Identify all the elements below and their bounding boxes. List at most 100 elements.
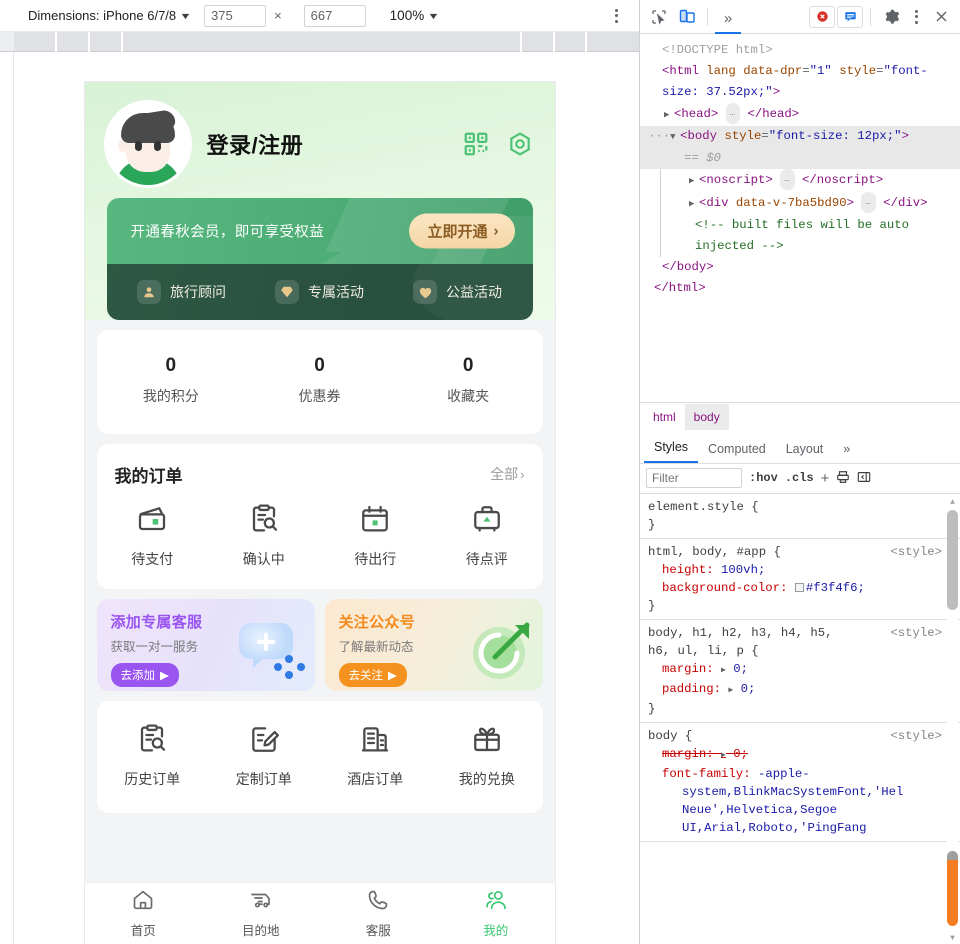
toolbar-divider [870,7,871,26]
declaration[interactable]: background-color: #f3f4f6; [648,579,940,597]
member-banner[interactable]: 开通春秋会员，即可享受权益 立即开通 › [106,198,533,264]
login-register-link[interactable]: 登录/注册 [207,128,304,160]
tab-profile[interactable]: 我的 [437,883,555,944]
styles-scrollbar-thumb[interactable] [947,509,958,610]
stat-coupons[interactable]: 0 优惠券 [245,355,394,406]
print-media-icon[interactable] [836,470,850,487]
promo-action-button[interactable]: 去添加 ▶ [110,662,179,687]
order-status-pending-review[interactable]: 待点评 [431,503,543,569]
benefit-item[interactable]: 旅行顾问 [137,280,226,304]
new-style-rule-button[interactable]: + [821,470,830,487]
device-width-input[interactable] [204,4,267,27]
scrollbar-down-arrow-icon[interactable]: ▼ [946,930,959,944]
advisor-icon [137,280,161,304]
chevron-right-icon: › [520,466,525,482]
dom-line-noscript[interactable]: ▶ <noscript> … </noscript> [660,169,960,192]
breadcrumb-body[interactable]: body [684,404,729,430]
style-rule-reset[interactable]: body, h1, h2, h3, h4, h5, h6, ul, li, p {… [640,620,960,723]
styles-filter-bar: :hov .cls + [640,464,960,494]
toggle-device-toolbar-icon[interactable] [674,4,700,30]
dom-line-selected-marker: == $0 [640,148,960,169]
tool-custom-orders[interactable]: 定制订单 [208,723,320,789]
clipboard-search-icon [248,503,280,538]
promo-button-label: 去添加 [120,669,156,682]
stat-points[interactable]: 0 我的积分 [97,355,246,406]
toggle-sidebar-icon[interactable] [857,470,871,487]
header-actions [463,131,533,157]
declaration[interactable]: margin: ▶ 0; [648,660,940,680]
hexagon-settings-icon[interactable] [507,131,533,157]
declaration[interactable]: height: 100vh; [648,561,940,579]
device-height-input[interactable] [303,4,366,27]
style-rule-element-style[interactable]: element.style { } [640,494,960,539]
stat-favorites[interactable]: 0 收藏夹 [394,355,543,406]
order-status-upcoming-trip[interactable]: 待出行 [320,503,432,569]
target-arrow-icon [465,615,537,687]
orders-view-all-link[interactable]: 全部 › [490,464,524,484]
promo-card-customer-service[interactable]: 添加专属客服 获取一对一服务 去添加 ▶ [96,598,315,691]
orders-view-all-label: 全部 [490,466,519,483]
console-message-icon[interactable] [837,5,863,28]
rule-selector: body { [648,728,693,743]
scrollbar-up-arrow-icon[interactable]: ▲ [946,494,959,508]
declaration[interactable]: font-family: -apple- [648,765,940,783]
sidebar-tabs: Styles Computed Layout » [640,431,960,464]
device-dimensions-caret-icon[interactable]: ▼ [179,11,191,21]
devtools-panel: » <!DOCTYPE html> <html lang data-dpr="1… [640,0,960,944]
style-rule-body[interactable]: body { <style> margin: ▶ 0; font-family:… [640,723,960,842]
tab-styles[interactable]: Styles [644,434,699,463]
style-rule-app[interactable]: html, body, #app { <style> height: 100vh… [640,539,960,620]
styles-scrollbar-thumb-highlighted[interactable] [947,851,958,926]
activate-membership-button[interactable]: 立即开通 › [409,213,515,249]
dom-line-div[interactable]: ▶ <div data-v-7ba5bd90> … </div> [660,192,960,215]
order-status-pending-payment[interactable]: 待支付 [97,503,209,569]
rule-source-link[interactable]: <style> [890,624,942,642]
rule-source-link[interactable]: <style> [890,727,942,745]
declaration[interactable]: padding: ▶ 0; [648,680,940,700]
dimension-multiply-sign: × [274,8,282,23]
order-status-confirming[interactable]: 确认中 [208,503,320,569]
tool-my-redemptions[interactable]: 我的兑换 [431,723,543,789]
inspect-element-icon[interactable] [646,4,672,30]
declaration[interactable]: margin: ▶ 0; [648,745,940,765]
breadcrumb-html[interactable]: html [644,404,685,430]
tab-more-icon[interactable]: » [833,436,860,463]
tool-label: 历史订单 [124,770,181,787]
kebab-menu-icon[interactable] [906,4,926,30]
tab-computed[interactable]: Computed [698,436,776,463]
stat-value: 0 [462,355,474,376]
styles-filter-input[interactable] [646,468,742,488]
dom-line-html-open[interactable]: <html lang data-dpr="1" style="font-size… [640,61,960,103]
force-state-button[interactable]: :hov [749,471,778,485]
tool-hotel-orders[interactable]: 酒店订单 [320,723,432,789]
color-swatch[interactable] [794,582,804,592]
device-dimensions-label[interactable]: Dimensions: iPhone 6/7/8 [28,8,176,23]
close-icon[interactable] [928,4,954,30]
qr-code-icon[interactable] [463,131,489,157]
device-toolbar-kebab-icon[interactable] [605,4,627,28]
device-zoom-caret-icon[interactable]: ▼ [427,11,439,21]
dom-line-body-open[interactable]: ···▼ <body style="font-size: 12px;"> [640,126,960,148]
more-panels-icon[interactable]: » [715,4,741,34]
tab-customer-service[interactable]: 客服 [320,883,438,944]
tab-home[interactable]: 首页 [85,883,203,944]
promo-card-follow-account[interactable]: 关注公众号 了解最新动态 去关注 ▶ [324,598,543,691]
element-classes-button[interactable]: .cls [785,471,814,485]
promo-row: 添加专属客服 获取一对一服务 去添加 ▶ 关注公众号 了解最新动态 去关注 ▶ [96,598,543,691]
ruler-tick [553,32,555,52]
avatar[interactable] [106,103,189,185]
tab-layout[interactable]: Layout [776,436,834,463]
activate-membership-label: 立即开通 [427,223,488,241]
ruler-tick [520,32,522,52]
benefit-item[interactable]: 专属活动 [275,280,364,304]
dom-line-head[interactable]: ▶ <head> … </head> [640,103,960,126]
tab-destinations[interactable]: 目的地 [202,883,320,944]
tool-history-orders[interactable]: 历史订单 [97,723,209,789]
gear-icon[interactable] [878,4,904,30]
benefit-label: 旅行顾问 [170,284,226,300]
promo-action-button[interactable]: 去关注 ▶ [338,662,407,687]
device-zoom-label[interactable]: 100% [390,8,425,23]
rule-source-link[interactable]: <style> [890,543,942,561]
devtools-toolbar: » [640,0,960,34]
error-badge-icon[interactable] [809,5,835,28]
